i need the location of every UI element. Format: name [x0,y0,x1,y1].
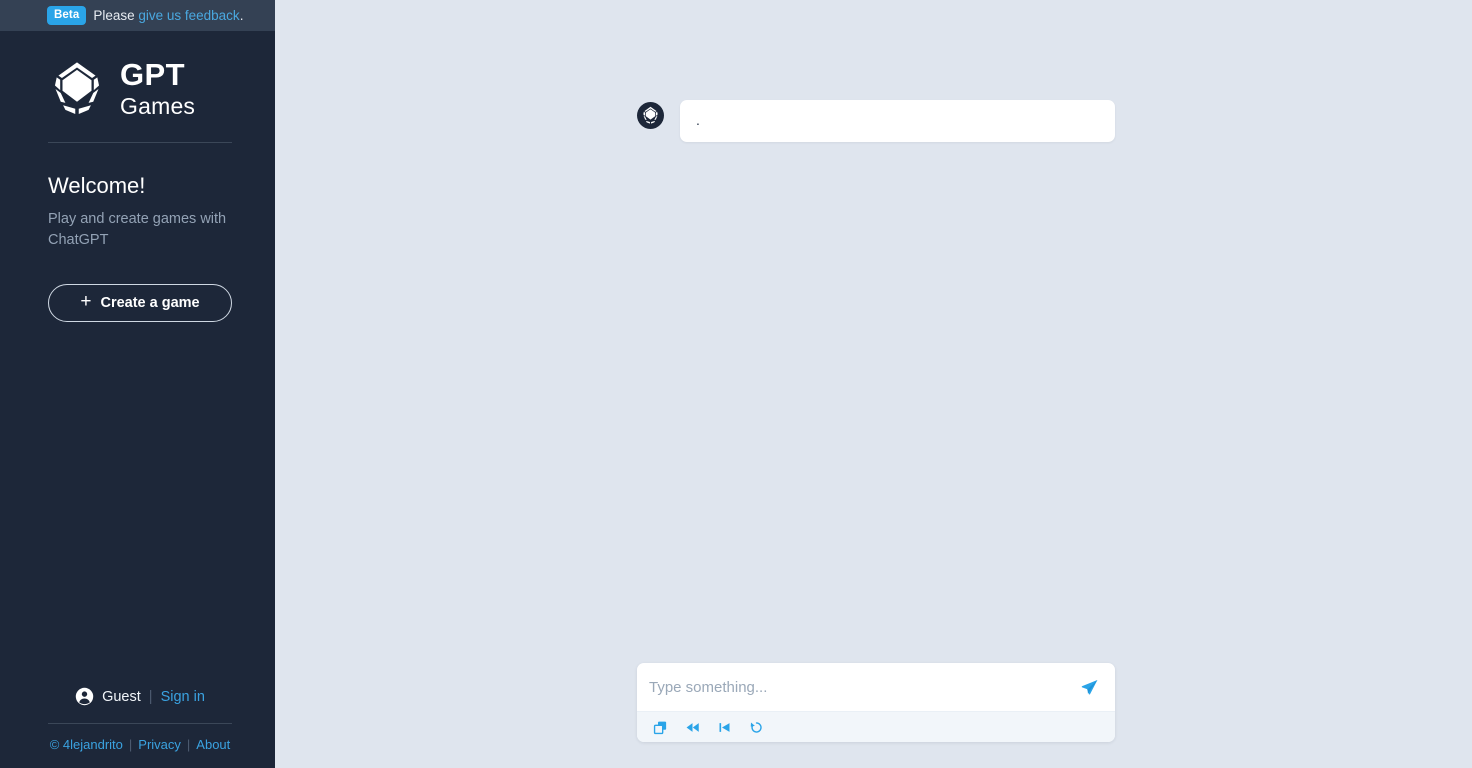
brand-title-games: Games [120,93,196,119]
beta-message: Please give us feedback. [93,8,243,23]
brand-title-gpt: GPT [120,57,185,92]
message-input[interactable] [649,663,1078,711]
account-name: Guest [102,688,141,705]
composer-toolbar [637,711,1115,742]
sign-in-link[interactable]: Sign in [161,689,205,705]
beta-message-period: . [239,8,244,23]
welcome-subtitle: Play and create games with ChatGPT [48,211,227,249]
brand: GPT Games [48,59,232,118]
app-root: Beta Please give us feedback. GPT Games … [0,0,1472,768]
footer-separator-1: | [128,737,133,752]
create-a-game-label: Create a game [100,294,200,311]
beta-message-text: Please [93,8,139,23]
send-paper-plane-icon [1080,678,1099,697]
restart-icon [749,720,764,735]
copy-icon [653,720,668,735]
beta-announcement-bar: Beta Please give us feedback. [0,0,280,31]
rewind-icon [685,720,700,735]
welcome-title: Welcome! [48,173,146,198]
footer-separator-2: | [186,737,191,752]
sidebar-content: GPT Games Welcome! Play and create games… [0,31,280,768]
plus-icon: + [80,291,92,313]
create-a-game-button[interactable]: + Create a game [48,283,232,322]
chat-message: . [637,100,1115,142]
brand-text: GPT Games [120,59,195,118]
sidebar: Beta Please give us feedback. GPT Games … [0,0,280,768]
message-bubble: . [680,100,1115,142]
composer-input-row [637,663,1115,711]
polygon-logo-icon [48,60,106,118]
rewind-button[interactable] [681,716,703,738]
message-composer [637,663,1115,742]
main-panel: . [280,0,1472,768]
copyright-link[interactable]: © 4lejandrito [50,737,123,752]
account-separator: | [148,688,153,705]
about-link[interactable]: About [196,737,230,752]
restart-button[interactable] [745,716,767,738]
copy-button[interactable] [649,716,671,738]
chat-message-list: . [280,0,1472,663]
account-row: Guest | Sign in [48,687,232,706]
user-circle-icon [75,687,94,706]
sidebar-footer: © 4lejandrito | Privacy | About [48,724,232,768]
send-button[interactable] [1078,676,1101,699]
assistant-avatar [637,102,664,129]
privacy-link[interactable]: Privacy [138,737,181,752]
step-back-icon [717,720,732,735]
step-back-button[interactable] [713,716,735,738]
sidebar-divider-top [48,142,232,143]
beta-badge: Beta [47,5,87,26]
give-us-feedback-link[interactable]: give us feedback [138,8,239,23]
